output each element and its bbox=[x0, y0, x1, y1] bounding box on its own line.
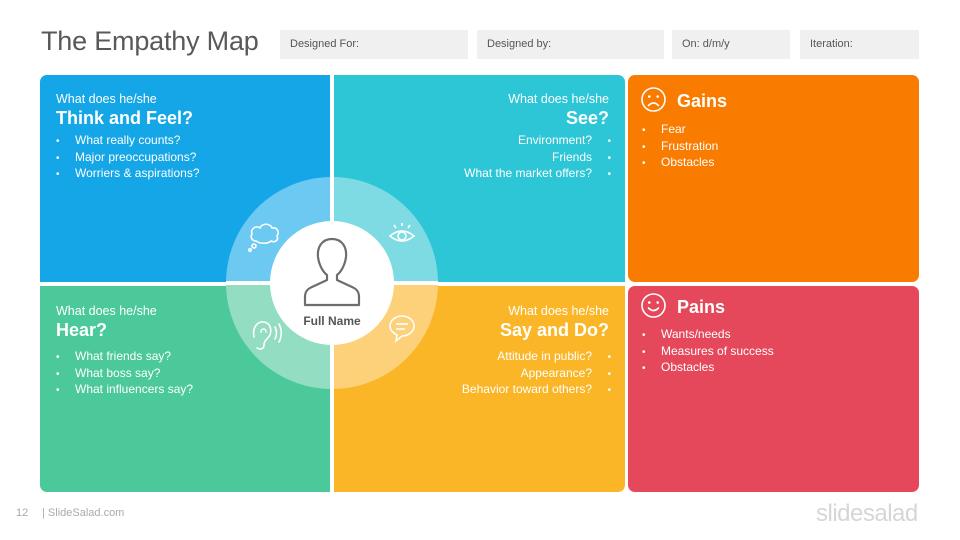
list-item: What really counts? bbox=[56, 133, 200, 150]
page-number: 12 bbox=[16, 507, 29, 519]
say-do-heading: Say and Do? bbox=[499, 320, 609, 340]
list-item: Major preoccupations? bbox=[56, 150, 200, 167]
list-item: Behavior toward others? bbox=[462, 382, 611, 399]
persona-ring bbox=[226, 177, 438, 389]
list-item: Obstacles bbox=[642, 155, 718, 172]
list-item: What influencers say? bbox=[56, 382, 193, 399]
think-feel-heading: Think and Feel? bbox=[56, 108, 194, 128]
see-heading: See? bbox=[565, 108, 609, 128]
list-item: Obstacles bbox=[642, 360, 774, 377]
pains-list: Wants/needs Measures of success Obstacle… bbox=[642, 327, 774, 377]
list-item: What the market offers? bbox=[464, 166, 611, 183]
say-do-list: Attitude in public? Appearance? Behavior… bbox=[462, 349, 611, 399]
list-item: What friends say? bbox=[56, 349, 193, 366]
happy-face-icon bbox=[641, 293, 666, 318]
list-item: Measures of success bbox=[642, 344, 774, 361]
pains-heading: Pains bbox=[677, 297, 726, 317]
think-feel-list: What really counts? Major preoccupations… bbox=[56, 133, 200, 183]
see-list: Environment? Friends What the market off… bbox=[464, 133, 611, 183]
list-item: Fear bbox=[642, 122, 718, 139]
persona-name: Full Name bbox=[303, 314, 361, 328]
sad-face-icon bbox=[641, 87, 666, 112]
designed-for-field[interactable]: Designed For: bbox=[280, 30, 468, 59]
say-do-subheading: What does he/she bbox=[508, 304, 609, 318]
slidesalad-logo: slidesalad bbox=[816, 500, 918, 527]
footer-brand: | SlideSalad.com bbox=[42, 507, 125, 519]
list-item: What boss say? bbox=[56, 366, 193, 383]
see-subheading: What does he/she bbox=[508, 92, 609, 106]
list-item: Frustration bbox=[642, 139, 718, 156]
hear-list: What friends say? What boss say? What in… bbox=[56, 349, 193, 399]
gains-list: Fear Frustration Obstacles bbox=[642, 122, 718, 172]
list-item: Attitude in public? bbox=[462, 349, 611, 366]
iteration-field[interactable]: Iteration: bbox=[800, 30, 919, 59]
gains-panel: Gains Fear Frustration Obstacles bbox=[628, 75, 919, 282]
list-item: Wants/needs bbox=[642, 327, 774, 344]
list-item: Environment? bbox=[464, 133, 611, 150]
hear-heading: Hear? bbox=[56, 320, 108, 340]
designed-by-field[interactable]: Designed by: bbox=[477, 30, 664, 59]
list-item: Appearance? bbox=[462, 366, 611, 383]
date-field[interactable]: On: d/m/y bbox=[672, 30, 790, 59]
gains-heading: Gains bbox=[677, 91, 728, 111]
pains-panel: Pains Wants/needs Measures of success Ob… bbox=[628, 286, 919, 492]
list-item: Friends bbox=[464, 150, 611, 167]
page-title: The Empathy Map bbox=[41, 26, 259, 56]
hear-subheading: What does he/she bbox=[56, 304, 157, 318]
list-item: Worriers & aspirations? bbox=[56, 166, 200, 183]
think-feel-subheading: What does he/she bbox=[56, 92, 157, 106]
